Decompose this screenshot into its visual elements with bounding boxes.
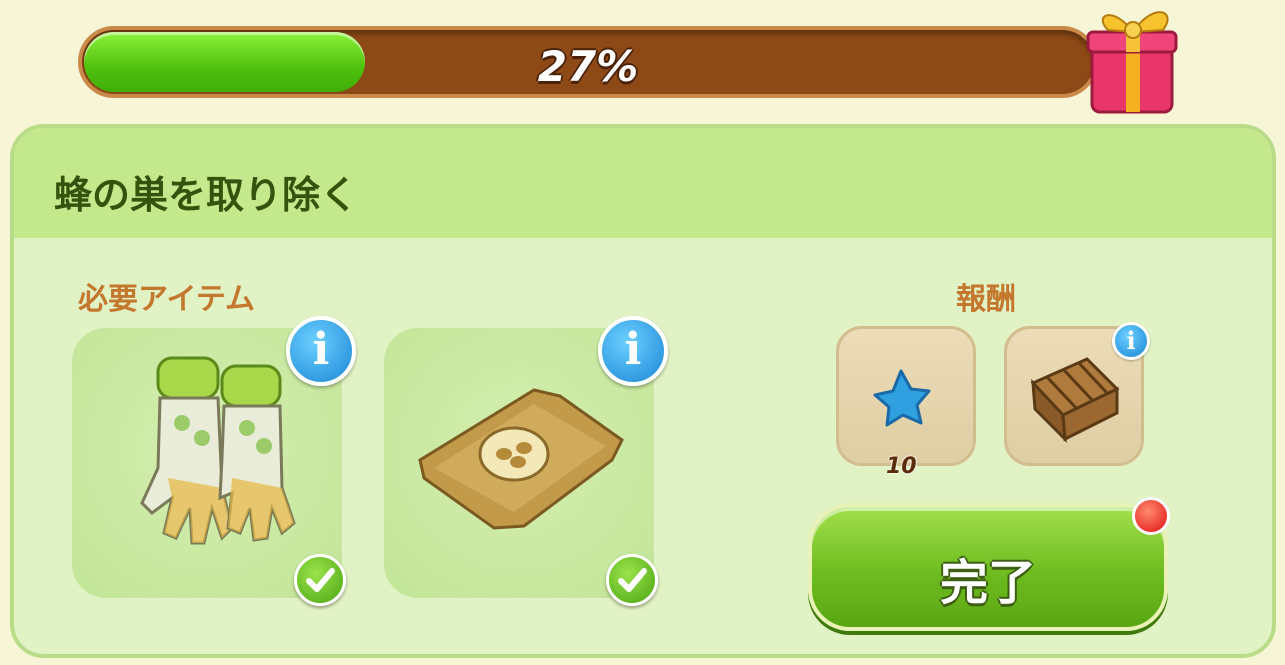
required-items-label: 必要アイテム — [78, 282, 255, 317]
check-icon — [294, 554, 346, 606]
rewards-label: 報酬 — [956, 282, 1016, 317]
progress-label: 27% — [537, 42, 639, 91]
check-icon — [606, 554, 658, 606]
notification-dot — [1132, 497, 1170, 535]
progress-bar: 27% — [78, 26, 1098, 98]
quest-header: 蜂の巣を取り除く — [14, 128, 1272, 238]
complete-button[interactable]: 完了 — [808, 503, 1168, 631]
info-icon[interactable]: i — [598, 316, 668, 386]
gift-box-icon[interactable] — [1078, 0, 1196, 118]
info-icon[interactable]: i — [1112, 322, 1150, 360]
complete-button-label: 完了 — [939, 555, 1036, 611]
reward-star[interactable] — [836, 326, 976, 466]
blue-star-icon — [873, 369, 931, 427]
reward-count: 10 — [886, 454, 917, 479]
quest-title: 蜂の巣を取り除く — [54, 173, 359, 217]
info-icon[interactable]: i — [286, 316, 356, 386]
